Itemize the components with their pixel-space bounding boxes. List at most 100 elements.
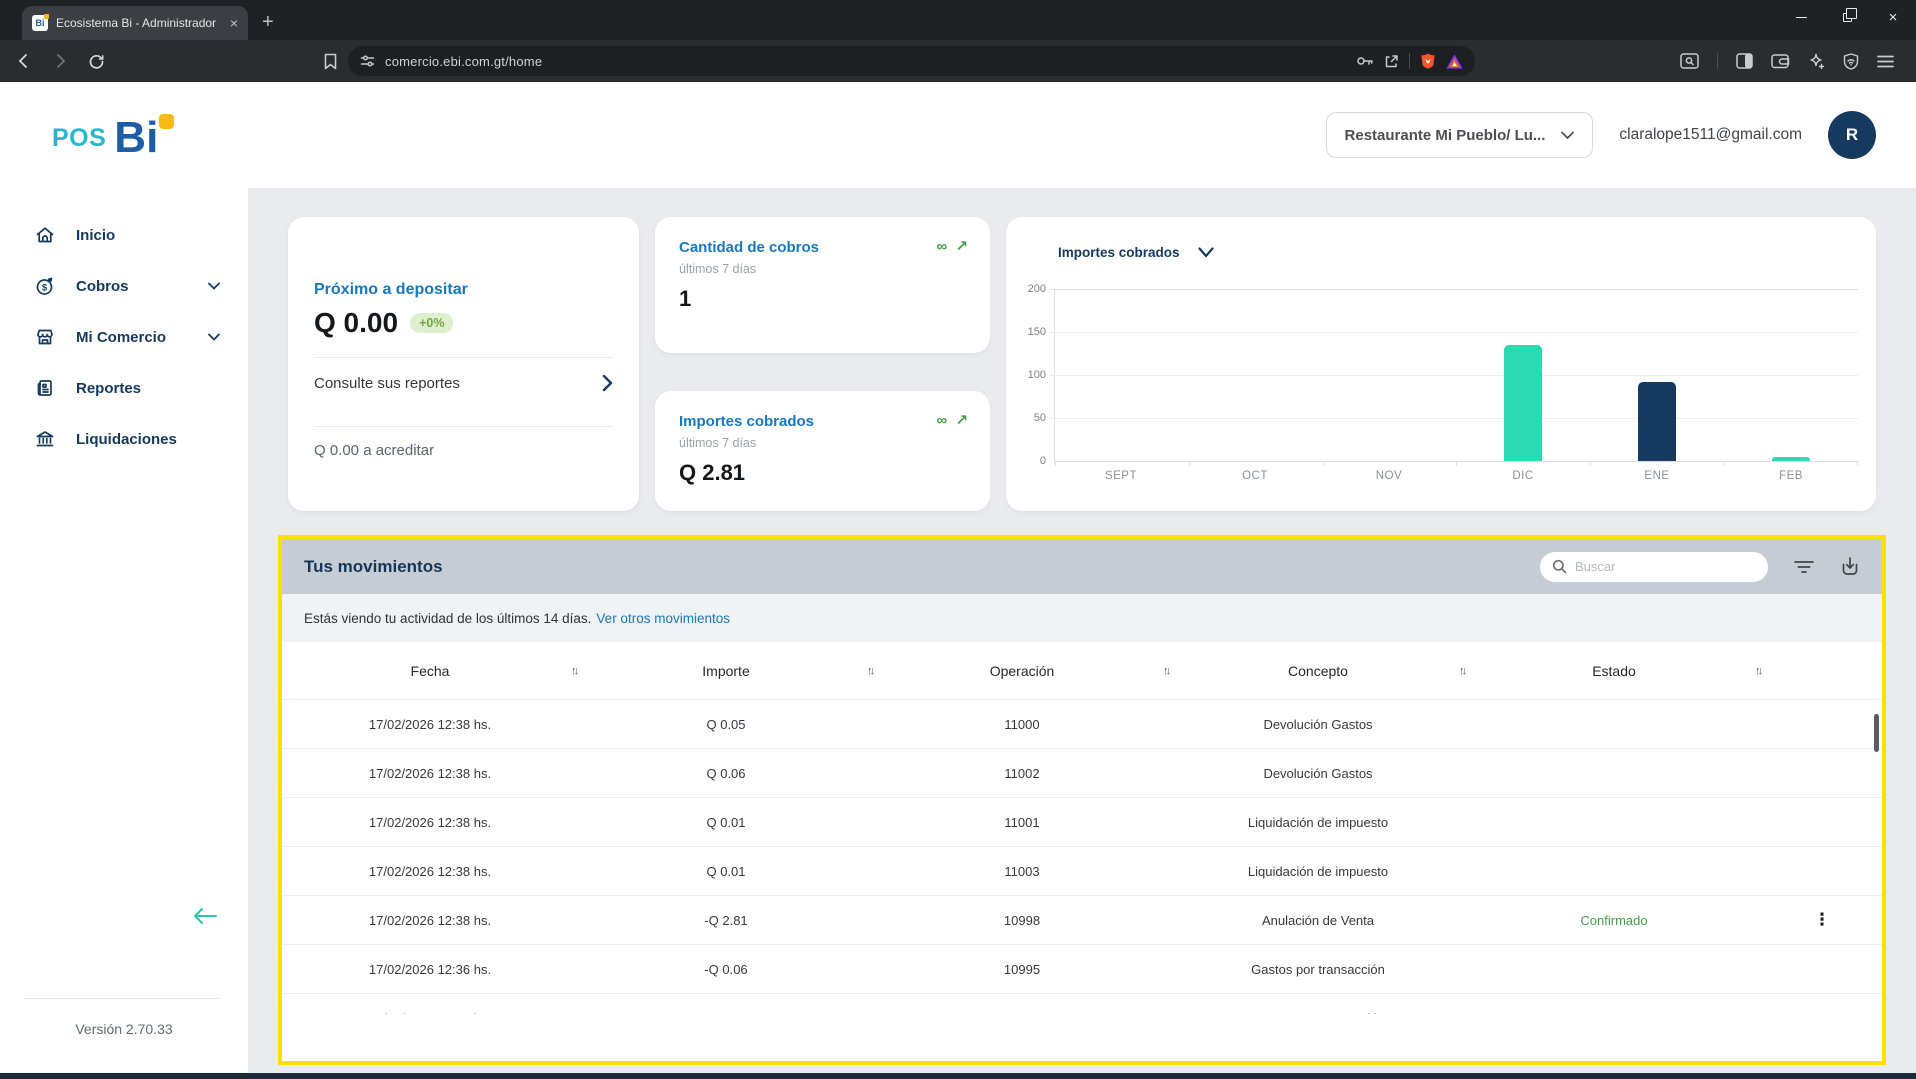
export-download-icon[interactable] bbox=[1840, 557, 1860, 576]
delta-badge: +0% bbox=[410, 313, 454, 333]
consulte-reportes-link[interactable]: Consulte sus reportes bbox=[314, 358, 613, 408]
cell-fecha: 17/02/2026 12:38 hs. bbox=[368, 765, 492, 781]
row-menu-kebab-icon[interactable]: ⋮ bbox=[1762, 910, 1882, 930]
collapse-sidebar-arrow-icon[interactable] bbox=[192, 907, 218, 925]
chart-slot-oct bbox=[1188, 289, 1323, 466]
table-row-partial[interactable]: 17/02/2026 12:36 hs.-Q 0.0610995Gastos p… bbox=[282, 994, 1882, 1015]
url-text: comercio.ebi.com.gt/home bbox=[385, 53, 543, 69]
back-button[interactable] bbox=[16, 53, 32, 69]
url-bar[interactable]: comercio.ebi.com.gt/home bbox=[348, 46, 1475, 76]
column-header-fecha[interactable]: Fecha ↑↓ bbox=[282, 662, 579, 679]
password-key-icon[interactable] bbox=[1356, 54, 1374, 68]
table-scrollbar[interactable] bbox=[1874, 714, 1879, 752]
cell-concepto: Anulación de Venta bbox=[1261, 912, 1375, 928]
tab-close-icon[interactable]: × bbox=[230, 16, 238, 30]
reports-icon bbox=[34, 377, 56, 399]
forward-button[interactable] bbox=[52, 53, 68, 69]
extension-triangle-icon[interactable] bbox=[1446, 54, 1463, 69]
chart-slot-nov bbox=[1322, 289, 1457, 466]
cell-concepto: Gastos por transacción bbox=[1170, 1011, 1466, 1015]
wallet-icon[interactable] bbox=[1771, 53, 1790, 69]
sidebar-item-reportes[interactable]: Reportes bbox=[0, 363, 248, 414]
table-row[interactable]: 17/02/2026 12:38 hs. Q 0.01 11003 Liquidaci… bbox=[282, 847, 1882, 896]
cell-concepto: Liquidación de impuesto bbox=[1247, 863, 1389, 879]
sidebar-item-liquidaciones[interactable]: Liquidaciones bbox=[0, 414, 248, 465]
chart-slot-feb bbox=[1724, 289, 1858, 466]
cell-operacion: 11003 bbox=[1004, 863, 1040, 879]
column-header-label: Operación bbox=[989, 662, 1055, 679]
site-settings-icon[interactable] bbox=[360, 54, 375, 68]
sort-icon[interactable]: ↑↓ bbox=[1459, 665, 1467, 677]
sort-icon[interactable]: ↑↓ bbox=[1755, 665, 1763, 677]
cell-importe: Q 0.05 bbox=[706, 716, 746, 732]
browser-tab[interactable]: Bi Ecosistema Bi - Administrador × bbox=[22, 6, 248, 40]
minimize-button[interactable] bbox=[1778, 0, 1824, 34]
logo-pos-text: POS bbox=[52, 123, 107, 152]
cell-concepto: Devolución Gastos bbox=[1263, 765, 1373, 781]
column-header-label: Fecha bbox=[410, 662, 450, 679]
avatar[interactable]: R bbox=[1828, 111, 1876, 159]
sort-icon[interactable]: ↑↓ bbox=[867, 665, 875, 677]
tus-movimientos-section: Tus movimientos Estás viendo tu bbox=[278, 535, 1886, 1065]
table-row[interactable]: 17/02/2026 12:38 hs. Q 0.01 11001 Liquidaci… bbox=[282, 798, 1882, 847]
column-header-estado[interactable]: Estado ↑↓ bbox=[1466, 663, 1763, 679]
y-axis-tick-label: 150 bbox=[1027, 326, 1046, 338]
column-header-concepto[interactable]: Concepto ↑↓ bbox=[1170, 663, 1467, 679]
bar-chart: 200 150 100 50 0 bbox=[1028, 283, 1858, 467]
cell-fecha: 17/02/2026 12:38 hs. bbox=[368, 814, 492, 830]
new-tab-button[interactable]: + bbox=[262, 11, 274, 34]
sidebar-toggle-icon[interactable] bbox=[1736, 53, 1753, 69]
vpn-shield-icon[interactable] bbox=[1843, 52, 1859, 70]
table-row[interactable]: 17/02/2026 12:36 hs. -Q 0.06 10995 Gastos p… bbox=[282, 945, 1882, 994]
column-header-importe[interactable]: Importe ↑↓ bbox=[578, 663, 875, 679]
sidebar-item-cobros[interactable]: $ Cobros bbox=[0, 261, 248, 312]
filter-icon[interactable] bbox=[1794, 560, 1814, 574]
chart-dropdown-icon[interactable] bbox=[1197, 247, 1214, 258]
share-icon[interactable] bbox=[1384, 54, 1399, 69]
card-period: últimos 7 días bbox=[679, 436, 757, 450]
close-button[interactable]: × bbox=[1870, 0, 1916, 34]
cell-operacion: 10995 bbox=[1003, 961, 1041, 977]
sidebar-item-inicio[interactable]: Inicio bbox=[0, 210, 248, 261]
version-label: Versión 2.70.33 bbox=[75, 1021, 173, 1037]
menu-icon[interactable] bbox=[1877, 55, 1894, 68]
acreditar-label: Q 0.00 a acreditar bbox=[314, 442, 435, 459]
activity-note: Estás viendo tu actividad de los últimos… bbox=[282, 594, 1882, 642]
brave-shield-icon[interactable] bbox=[1420, 52, 1436, 70]
cell-importe: Q 0.01 bbox=[706, 814, 746, 830]
favicon: Bi bbox=[32, 14, 49, 31]
x-axis-tick bbox=[1322, 461, 1324, 466]
window-bottom-edge bbox=[0, 1073, 1916, 1079]
x-axis-label: ENE bbox=[1644, 470, 1670, 482]
restore-button[interactable] bbox=[1824, 0, 1870, 34]
table-row[interactable]: 17/02/2026 12:38 hs. -Q 2.81 10998 Anulació… bbox=[282, 896, 1882, 945]
sort-icon[interactable]: ↑↓ bbox=[571, 665, 579, 677]
y-axis-tick-label: 100 bbox=[1027, 369, 1046, 381]
merchant-selector[interactable]: Restaurante Mi Pueblo/ Lu... bbox=[1325, 112, 1594, 158]
x-axis-tick bbox=[1856, 461, 1858, 466]
cell-estado-confirmado: Confirmado bbox=[1580, 912, 1648, 928]
movements-rows: 17/02/2026 12:38 hs. Q 0.05 11000 Devolució… bbox=[282, 700, 1882, 1014]
store-icon bbox=[34, 326, 56, 348]
search-box[interactable] bbox=[1540, 551, 1768, 582]
table-row[interactable]: 17/02/2026 12:38 hs. Q 0.06 11002 Devolució… bbox=[282, 749, 1882, 798]
home-icon bbox=[34, 224, 56, 246]
pos-bi-logo: POS Bi bbox=[52, 114, 248, 159]
bookmarks-icon[interactable] bbox=[323, 53, 338, 70]
x-axis-tick bbox=[1055, 461, 1056, 466]
search-input[interactable] bbox=[1575, 559, 1756, 574]
sidebar-item-label: Cobros bbox=[76, 277, 129, 295]
ver-otros-movimientos-link[interactable]: Ver otros movimientos bbox=[596, 611, 730, 626]
leo-ai-icon[interactable] bbox=[1808, 53, 1825, 70]
cell-fecha: 17/02/2026 12:38 hs. bbox=[368, 716, 492, 732]
column-header-operacion[interactable]: Operación ↑↓ bbox=[874, 662, 1171, 679]
sidebar-item-mi-comercio[interactable]: Mi Comercio bbox=[0, 312, 248, 363]
user-email: claralope1511@gmail.com bbox=[1619, 126, 1802, 143]
cell-importe: Q 0.06 bbox=[706, 765, 746, 781]
table-row[interactable]: 17/02/2026 12:38 hs. Q 0.05 11000 Devolució… bbox=[282, 700, 1882, 749]
reload-button[interactable] bbox=[88, 53, 105, 70]
sort-icon[interactable]: ↑↓ bbox=[1163, 665, 1171, 677]
y-axis-tick-label: 0 bbox=[1039, 455, 1046, 467]
divider bbox=[1717, 53, 1718, 69]
search-panel-icon[interactable] bbox=[1680, 53, 1699, 69]
